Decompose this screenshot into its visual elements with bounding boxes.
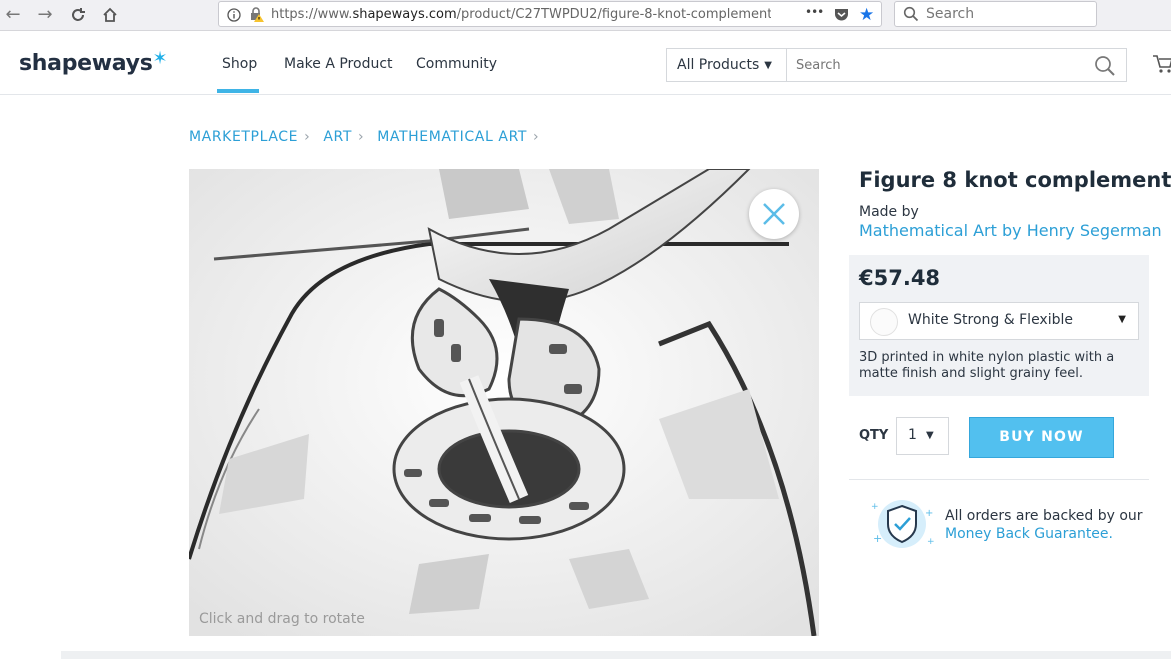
- viewer-hint: Click and drag to rotate: [199, 611, 365, 627]
- material-label: White Strong & Flexible: [908, 312, 1073, 328]
- qty-select[interactable]: 1 ▼: [896, 417, 949, 455]
- browser-search-placeholder: Search: [926, 6, 975, 22]
- divider: [849, 479, 1149, 480]
- close-icon: [763, 203, 785, 225]
- svg-text:+: +: [873, 532, 882, 545]
- cart-icon[interactable]: [1152, 53, 1171, 79]
- shield-check-icon: + + + +: [871, 500, 935, 548]
- product-render-image: [189, 169, 819, 636]
- more-actions-icon[interactable]: •••: [805, 5, 824, 19]
- site-search[interactable]: [786, 48, 1127, 82]
- logo-star-icon: ✶: [152, 48, 168, 69]
- caret-down-icon: ▼: [764, 60, 772, 71]
- nav-community[interactable]: Community: [416, 56, 497, 72]
- material-swatch: [870, 308, 898, 336]
- nav-active-indicator: [217, 89, 259, 93]
- close-viewer-button[interactable]: [749, 189, 799, 239]
- site-search-input[interactable]: [794, 57, 1078, 74]
- svg-text:+: +: [871, 502, 879, 512]
- svg-text:+: +: [927, 537, 935, 547]
- buy-now-button[interactable]: BUY NOW: [969, 417, 1114, 458]
- browser-toolbar: ← → https://www.shapeways.com/product/C2…: [0, 0, 1171, 31]
- browser-search[interactable]: Search: [894, 1, 1097, 27]
- breadcrumb-art[interactable]: ART: [323, 129, 352, 145]
- chevron-right-icon: ›: [357, 129, 365, 145]
- reload-icon[interactable]: [67, 4, 89, 26]
- home-icon[interactable]: [99, 4, 121, 26]
- guarantee-statement: All orders are backed by our: [945, 508, 1143, 524]
- caret-down-icon: ▼: [926, 430, 934, 441]
- search-icon[interactable]: [1094, 55, 1116, 81]
- material-select[interactable]: White Strong & Flexible ▼: [859, 302, 1139, 340]
- author-link[interactable]: Mathematical Art by Henry Segerman: [859, 221, 1162, 240]
- breadcrumb-marketplace[interactable]: MARKETPLACE: [189, 129, 298, 145]
- price-panel: €57.48 White Strong & Flexible ▼ 3D prin…: [849, 255, 1149, 396]
- money-back-guarantee-link[interactable]: Money Back Guarantee.: [945, 526, 1113, 542]
- breadcrumb-mathematical-art[interactable]: MATHEMATICAL ART: [377, 129, 527, 145]
- url-text: https://www.shapeways.com/product/C27TWP…: [271, 7, 771, 22]
- product-price: €57.48: [859, 266, 941, 290]
- svg-text:+: +: [925, 508, 933, 519]
- product-title: Figure 8 knot complement: [859, 168, 1171, 192]
- qty-label: QTY: [859, 428, 889, 443]
- product-3d-viewer[interactable]: Click and drag to rotate: [189, 169, 819, 636]
- chevron-right-icon: ›: [533, 129, 540, 145]
- guarantee-text: All orders are backed by our Money Back …: [945, 507, 1145, 543]
- pocket-icon[interactable]: [834, 7, 849, 26]
- category-select-label: All Products: [677, 57, 760, 73]
- page-bottom-band: [61, 651, 1171, 659]
- qty-value: 1: [908, 427, 917, 443]
- forward-icon[interactable]: →: [34, 4, 56, 26]
- breadcrumb: MARKETPLACE › ART › MATHEMATICAL ART ›: [189, 129, 547, 145]
- search-icon: [903, 6, 919, 26]
- bookmark-star-icon[interactable]: ★: [859, 5, 874, 25]
- site-header: shapeways✶ Shop Make A Product Community…: [0, 31, 1171, 95]
- material-description: 3D printed in white nylon plastic with a…: [859, 350, 1115, 381]
- made-by-label: Made by: [859, 204, 919, 220]
- shapeways-logo[interactable]: shapeways✶: [19, 48, 168, 76]
- info-icon[interactable]: [227, 7, 241, 26]
- url-bar[interactable]: https://www.shapeways.com/product/C27TWP…: [218, 1, 882, 27]
- caret-down-icon: ▼: [1118, 314, 1126, 325]
- nav-make-a-product[interactable]: Make A Product: [284, 56, 393, 72]
- back-icon[interactable]: ←: [2, 4, 24, 26]
- nav-shop[interactable]: Shop: [222, 56, 257, 72]
- category-select[interactable]: All Products ▼: [666, 48, 787, 82]
- insecure-lock-icon[interactable]: [248, 6, 264, 26]
- chevron-right-icon: ›: [304, 129, 311, 145]
